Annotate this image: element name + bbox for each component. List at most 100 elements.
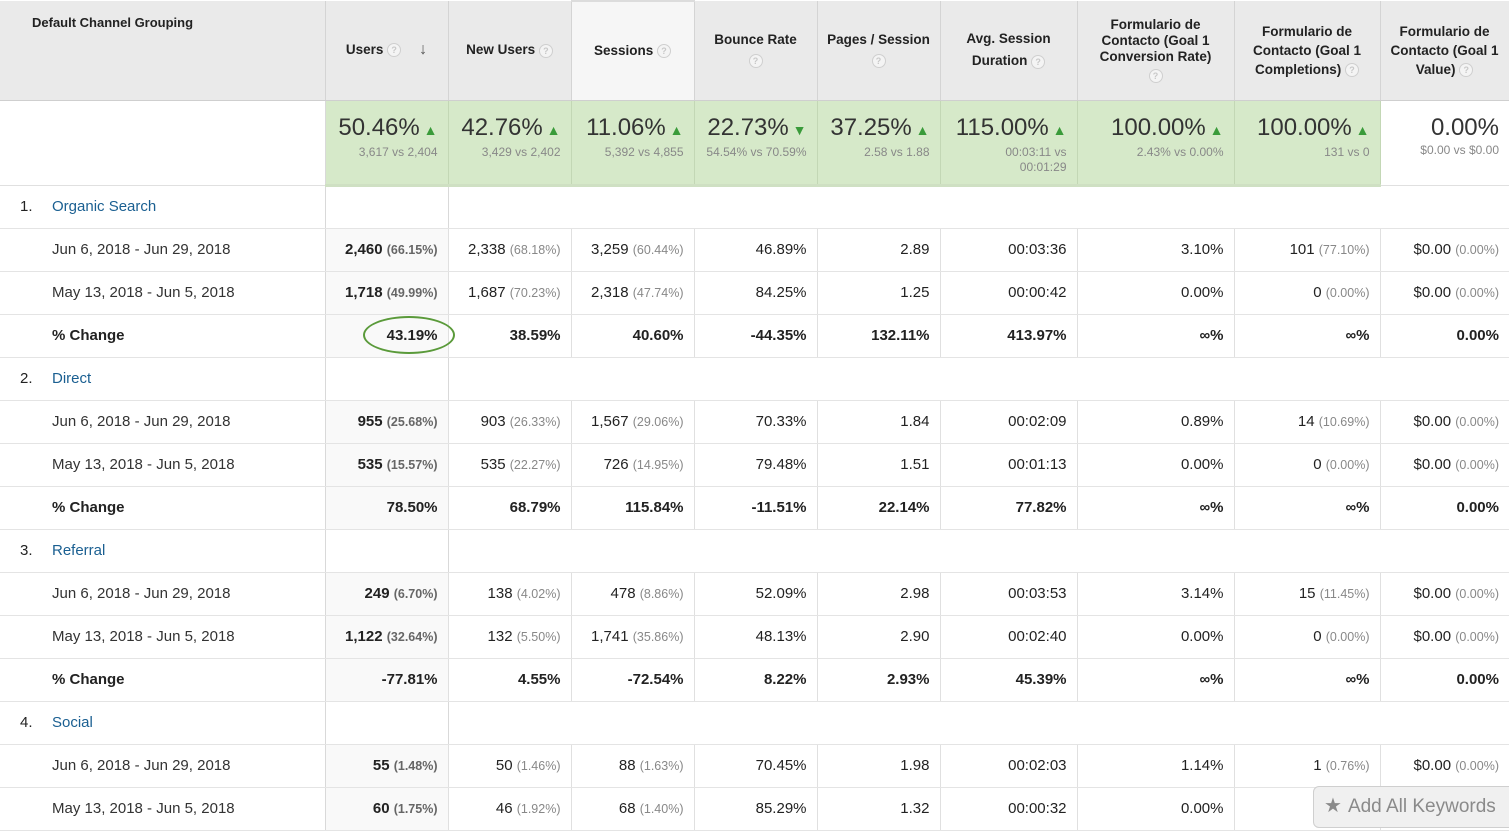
date-range-row: Jun 6, 2018 - Jun 29, 2018 249 (6.70%) 138… — [0, 572, 1509, 616]
metric-share: (1.46%) — [516, 759, 561, 773]
channel-link[interactable]: Referral — [52, 542, 105, 559]
metric-share: (25.68%) — [386, 415, 438, 429]
col-header-pages-session[interactable]: Pages / Session? — [817, 1, 941, 101]
date-range-row: May 13, 2018 - Jun 5, 2018 1,122 (32.64%)… — [0, 615, 1509, 659]
metric-value: 1,718 — [345, 284, 383, 301]
summary-percent: 37.25% — [830, 113, 912, 141]
help-icon[interactable]: ? — [1148, 68, 1163, 83]
col-header-goal1-completions[interactable]: Formulario de Contacto (Goal 1 Completio… — [1234, 1, 1381, 101]
col-header-new-users[interactable]: New Users ? — [448, 1, 572, 101]
metric-cell: 8.22% — [694, 658, 818, 702]
summary-comparison: 2.58 vs 1.88 — [864, 144, 930, 159]
metric-cell: 903 (26.33%) — [448, 400, 572, 444]
help-icon[interactable]: ? — [871, 54, 886, 69]
metric-cell: 68 (1.40%) — [571, 787, 695, 831]
help-icon[interactable]: ? — [1031, 54, 1046, 69]
help-icon[interactable]: ? — [538, 43, 553, 58]
metric-share: (0.00%) — [1455, 759, 1499, 773]
summary-percent: 11.06% — [586, 113, 666, 141]
metric-value: 22.14% — [878, 499, 930, 516]
channel-group-cell: 3. Referral — [0, 529, 326, 573]
metric-value: ∞% — [1199, 327, 1224, 344]
help-icon[interactable]: ? — [1345, 63, 1359, 78]
metric-value: 115.84% — [625, 499, 684, 516]
help-icon[interactable]: ? — [657, 44, 672, 59]
metric-share: (29.06%) — [632, 415, 684, 429]
metric-cell: 115.84% — [571, 486, 695, 530]
metric-cell: $0.00 (0.00%) — [1380, 443, 1509, 487]
metric-value: 88 — [618, 757, 636, 774]
col-header-goal1-conversion-rate[interactable]: Formulario de Contacto (Goal 1 Conversio… — [1077, 1, 1235, 101]
sort-down-arrow-icon[interactable]: ↓ — [419, 42, 427, 58]
row-number: 4. — [20, 714, 33, 731]
metric-value: 0.00% — [1456, 499, 1499, 516]
metric-value: 3,259 — [591, 241, 629, 258]
metric-value: $0.00 — [1413, 757, 1452, 774]
metric-share: (5.50%) — [516, 630, 561, 644]
metric-cell: 1.84 — [817, 400, 941, 444]
help-icon[interactable]: ? — [748, 54, 763, 69]
metric-value: 2.93% — [886, 671, 930, 688]
col-header-users[interactable]: Users ? ↓ — [325, 1, 449, 101]
metric-value: $0.00 — [1413, 456, 1452, 473]
metric-value: -72.54% — [627, 671, 684, 688]
help-icon[interactable]: ? — [387, 43, 402, 58]
group-blank-cell — [448, 529, 1509, 573]
col-header-bounce-rate[interactable]: Bounce Rate? — [694, 1, 818, 101]
summary-comparison: 54.54% vs 70.59% — [706, 144, 807, 159]
metric-cell: 48.13% — [694, 615, 818, 659]
metric-share: (66.15%) — [386, 243, 438, 257]
col-header-sessions[interactable]: Sessions ? — [571, 0, 695, 101]
dimension-header[interactable]: Default Channel Grouping — [0, 1, 326, 101]
metric-cell: 45.39% — [940, 658, 1078, 702]
channel-group-cell: 1. Organic Search — [0, 185, 326, 229]
metric-cell: 138 (4.02%) — [448, 572, 572, 616]
metric-value: 138 — [487, 585, 513, 602]
metric-cell: 249 (6.70%) — [325, 572, 449, 616]
metric-value: 00:02:09 — [1008, 413, 1067, 430]
metric-share: (1.75%) — [393, 802, 438, 816]
metric-value: 101 — [1289, 241, 1315, 258]
percent-change-row: % Change 43.19% 38.59% 40.60% -44.35% 132.11%… — [0, 314, 1509, 358]
metric-value: 0.00% — [1180, 456, 1224, 473]
metric-value: 2.89 — [900, 241, 930, 258]
col-header-avg-session-duration[interactable]: Avg. Session Duration ? — [940, 1, 1078, 101]
channel-link[interactable]: Direct — [52, 370, 91, 387]
add-all-keywords-button[interactable]: ★ Add All Keywords — [1313, 786, 1509, 828]
metric-value: 1,741 — [591, 628, 629, 645]
help-icon[interactable]: ? — [1459, 63, 1474, 78]
metric-cell: 88 (1.63%) — [571, 744, 695, 788]
channel-group-row: 1. Organic Search — [0, 185, 1509, 229]
metric-cell: 77.82% — [940, 486, 1078, 530]
metric-share: (1.92%) — [516, 802, 561, 816]
channel-link[interactable]: Organic Search — [52, 198, 156, 215]
metric-cell: 0.00% — [1077, 271, 1235, 315]
metric-value: 955 — [357, 413, 383, 430]
metric-value: 535 — [357, 456, 383, 473]
metric-value: 2,338 — [468, 241, 506, 258]
summary-percent: 100.00% — [1111, 113, 1206, 141]
trend-up-arrow-icon: ▲ — [542, 121, 561, 138]
metric-cell: 00:00:32 — [940, 787, 1078, 831]
summary-percent: 42.76% — [461, 113, 543, 141]
summary-cell: 100.00% ▲ 131 vs 0 — [1234, 100, 1381, 187]
channel-link[interactable]: Social — [52, 714, 93, 731]
col-header-goal1-value[interactable]: Formulario de Contacto (Goal 1 Value) ? — [1380, 1, 1509, 101]
summary-comparison: 3,617 vs 2,404 — [358, 144, 438, 159]
metric-cell: 413.97% — [940, 314, 1078, 358]
metric-cell: 50 (1.46%) — [448, 744, 572, 788]
star-icon: ★ — [1324, 795, 1342, 817]
metric-value: 3.14% — [1180, 585, 1224, 602]
metric-value: 48.13% — [755, 628, 807, 645]
metric-share: (0.00%) — [1455, 458, 1499, 472]
metric-value: 50 — [495, 757, 513, 774]
metric-share: (0.00%) — [1455, 630, 1499, 644]
report-table: Default Channel Grouping Users ? ↓ New Us… — [0, 0, 1509, 831]
metric-cell: 535 (15.57%) — [325, 443, 449, 487]
metric-cell: 79.48% — [694, 443, 818, 487]
summary-comparison: 00:03:11 vs 00:01:29 — [1005, 144, 1067, 174]
metric-value: 1.84 — [900, 413, 930, 430]
metric-value: 132.11% — [871, 327, 930, 344]
metric-cell: 3.14% — [1077, 572, 1235, 616]
metric-cell: $0.00 (0.00%) — [1380, 271, 1509, 315]
